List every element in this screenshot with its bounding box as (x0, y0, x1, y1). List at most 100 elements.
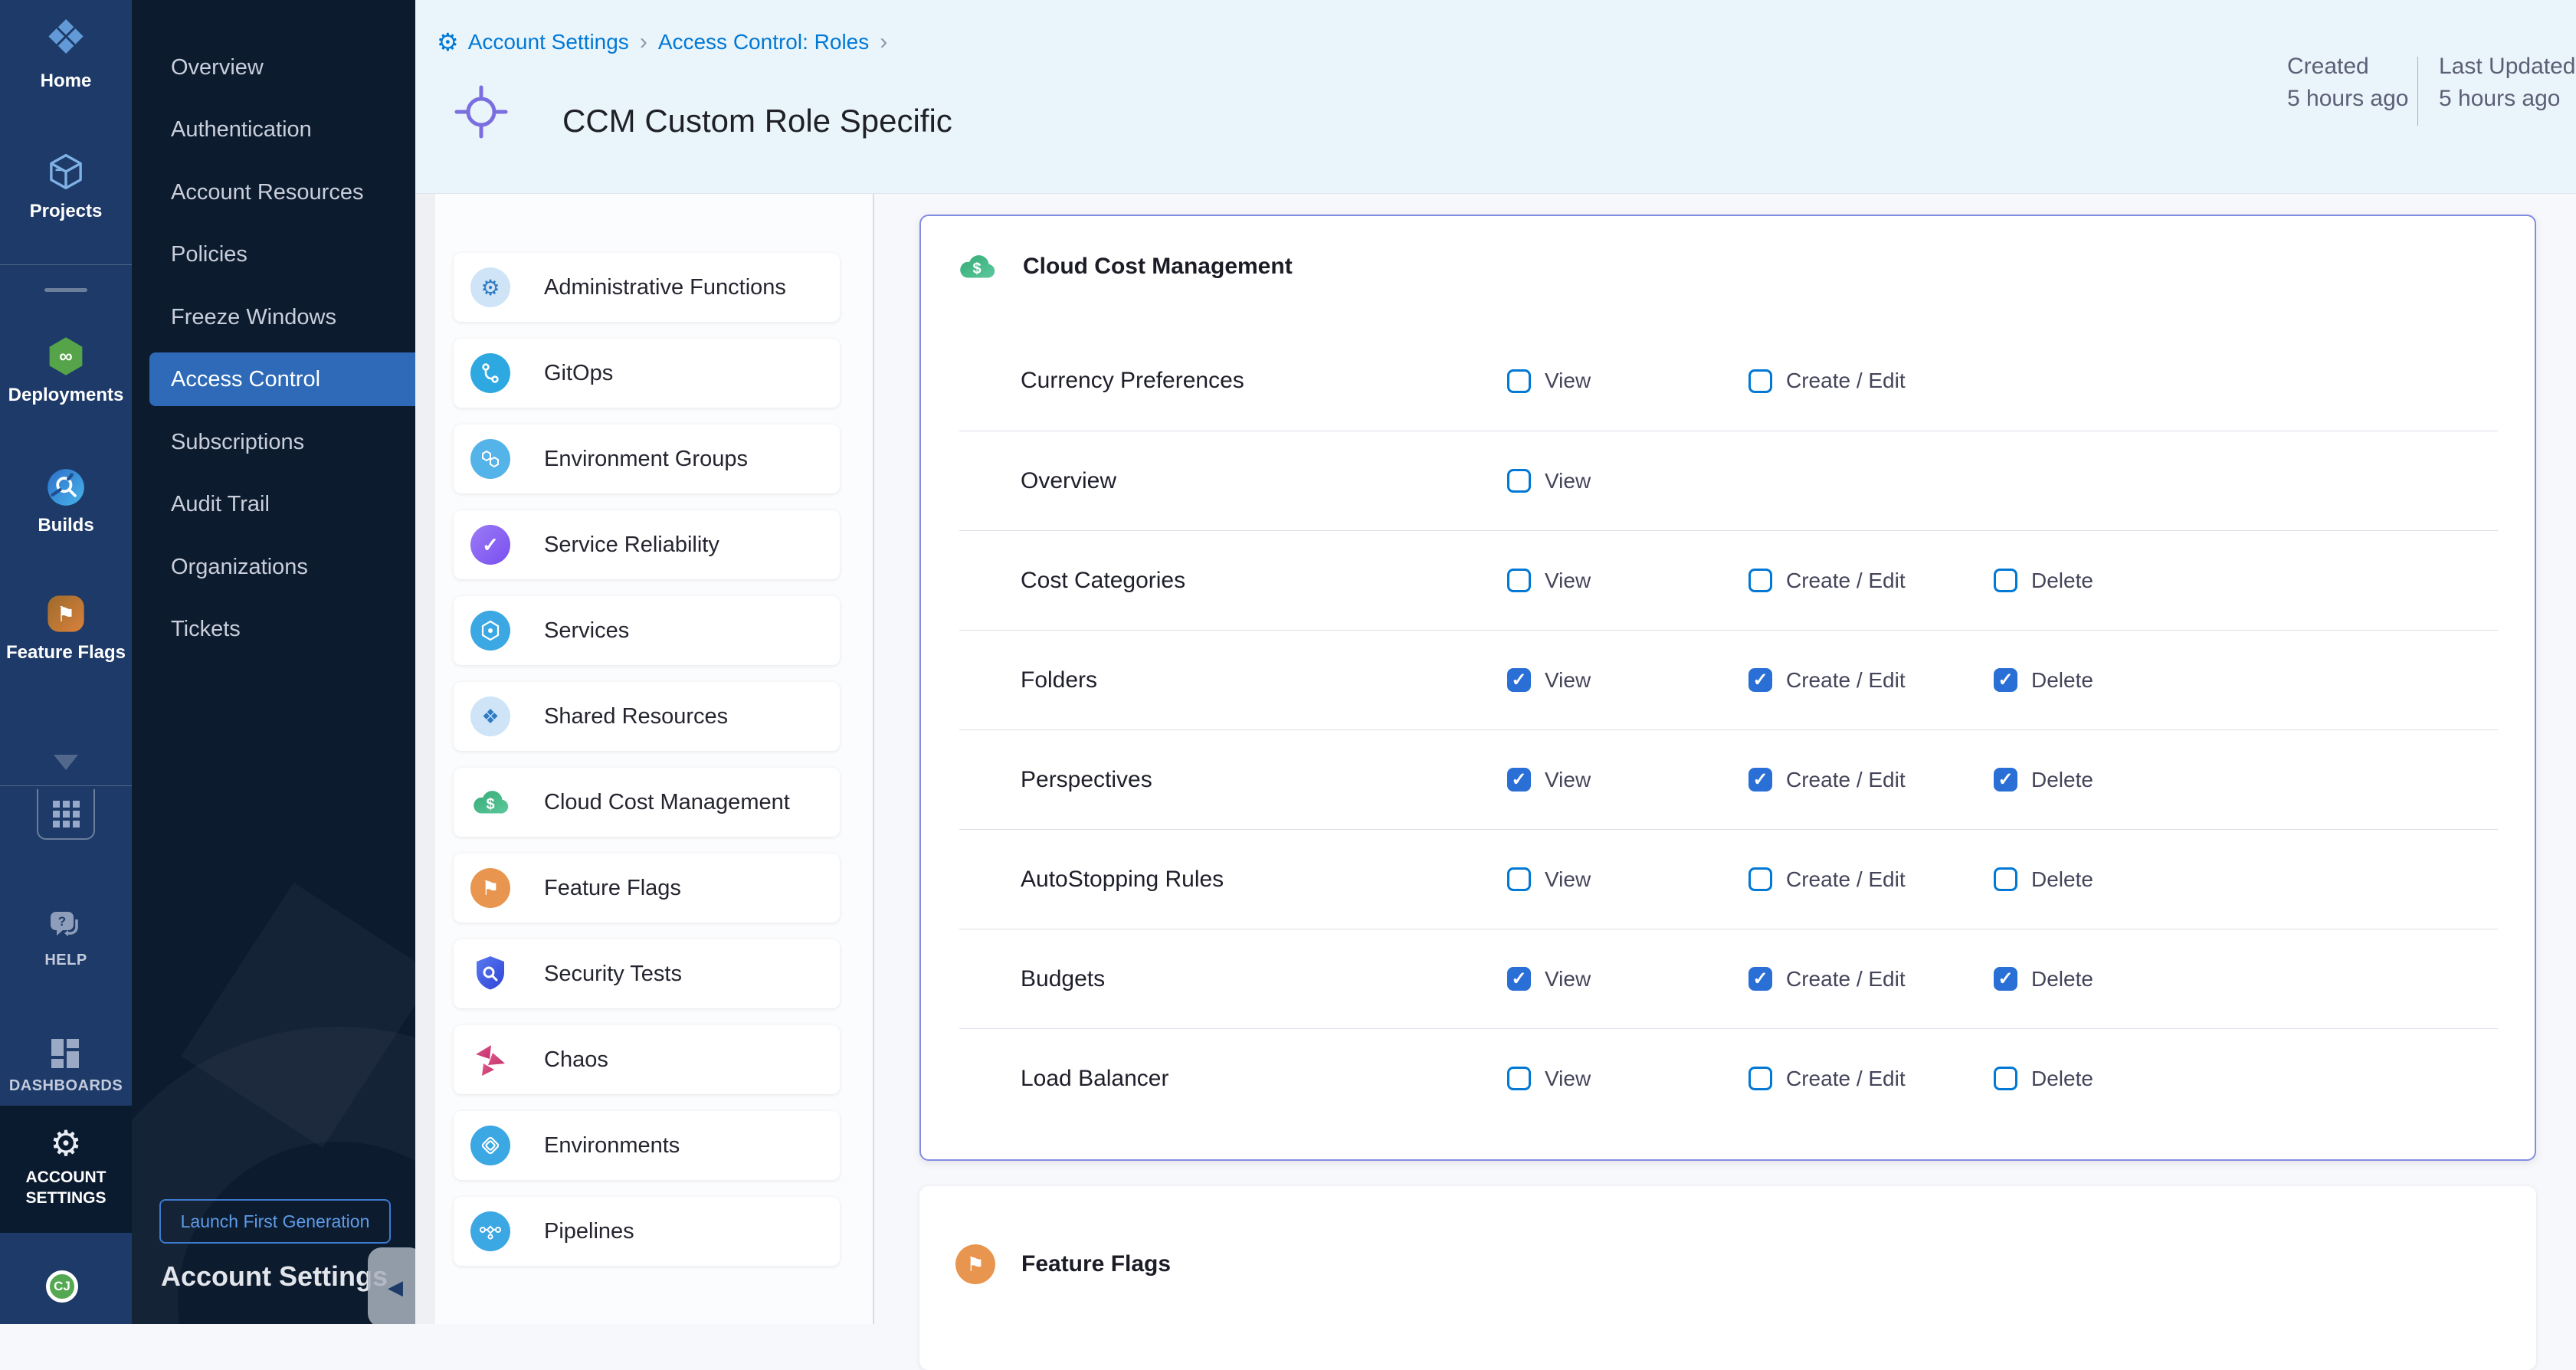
sidebar-collapse-button[interactable]: ◀ (368, 1247, 415, 1324)
check-icon: ✓ (1998, 970, 2013, 988)
dashboards-grid-icon (0, 1036, 132, 1071)
feature-flags-circle-icon: ⚑ (955, 1244, 995, 1284)
chevron-down-icon[interactable] (54, 755, 78, 770)
sidebar-item-freeze-windows[interactable]: Freeze Windows (132, 290, 415, 344)
breadcrumb-access-control-roles[interactable]: Access Control: Roles (658, 30, 869, 54)
check-icon: ✓ (1998, 671, 2013, 690)
view-checkbox[interactable]: ✓ (1507, 768, 1531, 792)
sidebar-item-overview[interactable]: Overview (132, 41, 415, 94)
sidebar-item-label: Authentication (171, 117, 312, 143)
rail-item-dashboards[interactable]: DASHBOARDS (0, 1036, 132, 1095)
permission-label: View (1545, 569, 1591, 593)
view-checkbox[interactable]: ✓ (1507, 668, 1531, 692)
launch-first-generation-button[interactable]: Launch First Generation (159, 1199, 391, 1244)
module-grid-button[interactable] (37, 789, 95, 840)
delete-checkbox[interactable] (1994, 569, 2017, 592)
permission-delete: Delete (1994, 569, 2093, 593)
create-edit-checkbox[interactable]: ✓ (1748, 668, 1772, 692)
resource-category-pipelines[interactable]: Pipelines (454, 1197, 840, 1266)
permission-row-currency-preferences: Currency PreferencesViewCreate / Edit (959, 331, 2498, 431)
rail-item-help[interactable]: ? HELP (0, 909, 132, 969)
create-edit-checkbox[interactable] (1748, 369, 1772, 393)
breadcrumb-separator: › (640, 29, 647, 55)
page-title: CCM Custom Role Specific (562, 103, 952, 139)
projects-cube-icon (0, 150, 132, 193)
rail-item-feature-flags[interactable]: ⚑ Feature Flags (0, 593, 132, 664)
permission-label: View (1545, 469, 1591, 493)
resource-category-services[interactable]: Services (454, 596, 840, 665)
settings-sidebar: Overview Authentication Account Resources P… (132, 0, 415, 1324)
permission-label: View (1545, 768, 1591, 792)
permission-label: Create / Edit (1786, 1067, 1906, 1091)
module-rail: ❖ Home Projects ∞ Deployments (0, 0, 132, 1324)
svg-text:?: ? (58, 914, 66, 929)
permission-label: View (1545, 369, 1591, 393)
create-edit-checkbox[interactable]: ✓ (1748, 768, 1772, 792)
avatar[interactable]: CJ (46, 1270, 78, 1303)
permission-label: Delete (2031, 1067, 2093, 1091)
view-checkbox[interactable] (1507, 867, 1531, 891)
permission-create-edit: Create / Edit (1748, 867, 1906, 892)
resource-category-cloud-cost-management[interactable]: $Cloud Cost Management (454, 768, 840, 837)
permission-label: Create / Edit (1786, 768, 1906, 792)
sidebar-item-tickets[interactable]: Tickets (132, 602, 415, 656)
rail-item-projects[interactable]: Projects (0, 150, 132, 222)
breadcrumb: ⚙ Account Settings › Access Control: Rol… (437, 28, 898, 57)
create-edit-checkbox[interactable]: ✓ (1748, 967, 1772, 991)
sidebar-item-access-control[interactable]: Access Control (149, 352, 415, 406)
permission-label: View (1545, 967, 1591, 991)
resource-category-label: Pipelines (544, 1219, 634, 1244)
permission-resource-name: Budgets (1021, 966, 1105, 992)
view-checkbox[interactable] (1507, 369, 1531, 393)
permission-resource-name: Load Balancer (1021, 1066, 1168, 1092)
svg-text:⚑: ⚑ (57, 603, 75, 626)
rail-item-deployments[interactable]: ∞ Deployments (0, 336, 132, 406)
grid-icon (53, 801, 80, 828)
permission-delete: ✓Delete (1994, 768, 2093, 792)
delete-checkbox[interactable] (1994, 1067, 2017, 1090)
create-edit-checkbox[interactable] (1748, 867, 1772, 891)
view-checkbox[interactable] (1507, 569, 1531, 592)
help-chat-icon: ? (0, 909, 132, 946)
delete-checkbox[interactable]: ✓ (1994, 768, 2017, 792)
svg-text:∞: ∞ (59, 346, 73, 367)
permission-row-load-balancer: Load BalancerViewCreate / EditDelete (959, 1028, 2498, 1128)
create-edit-checkbox[interactable] (1748, 1067, 1772, 1090)
resource-category-service-reliability[interactable]: ✓Service Reliability (454, 510, 840, 579)
sidebar-item-organizations[interactable]: Organizations (132, 540, 415, 594)
sidebar-item-subscriptions[interactable]: Subscriptions (132, 415, 415, 469)
breadcrumb-account-settings[interactable]: Account Settings (468, 30, 629, 54)
delete-checkbox[interactable] (1994, 867, 2017, 891)
sre-icon: ✓ (470, 525, 510, 565)
permission-resource-name: Folders (1021, 667, 1097, 693)
sidebar-item-label: Organizations (171, 555, 308, 580)
delete-checkbox[interactable]: ✓ (1994, 967, 2017, 991)
resource-category-environments[interactable]: Environments (454, 1111, 840, 1180)
resource-category-chaos[interactable]: Chaos (454, 1025, 840, 1094)
resource-category-feature-flags[interactable]: ⚑Feature Flags (454, 854, 840, 923)
resource-category-environment-groups[interactable]: Environment Groups (454, 424, 840, 493)
permission-label: Create / Edit (1786, 569, 1906, 593)
page-header: ⚙ Account Settings › Access Control: Rol… (415, 0, 2576, 194)
view-checkbox[interactable]: ✓ (1507, 967, 1531, 991)
svg-text:$: $ (972, 261, 981, 277)
rail-item-account-settings[interactable]: ⚙ ACCOUNT SETTINGS (0, 1106, 132, 1233)
permission-resource-name: Perspectives (1021, 767, 1152, 793)
resource-category-gitops[interactable]: GitOps (454, 339, 840, 408)
view-checkbox[interactable] (1507, 1067, 1531, 1090)
rail-item-builds[interactable]: Builds (0, 467, 132, 536)
check-icon: ✓ (1998, 771, 2013, 789)
rail-item-home[interactable]: ❖ Home (0, 14, 132, 92)
create-edit-checkbox[interactable] (1748, 569, 1772, 592)
permission-view: View (1507, 369, 1591, 393)
resource-category-shared-resources[interactable]: ❖Shared Resources (454, 682, 840, 751)
sidebar-item-authentication[interactable]: Authentication (132, 103, 415, 156)
view-checkbox[interactable] (1507, 469, 1531, 493)
sidebar-item-policies[interactable]: Policies (132, 228, 415, 281)
resource-category-administrative-functions[interactable]: ⚙Administrative Functions (454, 253, 840, 322)
sidebar-item-account-resources[interactable]: Account Resources (132, 166, 415, 219)
check-icon: ✓ (1752, 970, 1768, 988)
resource-category-security-tests[interactable]: Security Tests (454, 939, 840, 1008)
sidebar-item-audit-trail[interactable]: Audit Trail (132, 477, 415, 531)
delete-checkbox[interactable]: ✓ (1994, 668, 2017, 692)
